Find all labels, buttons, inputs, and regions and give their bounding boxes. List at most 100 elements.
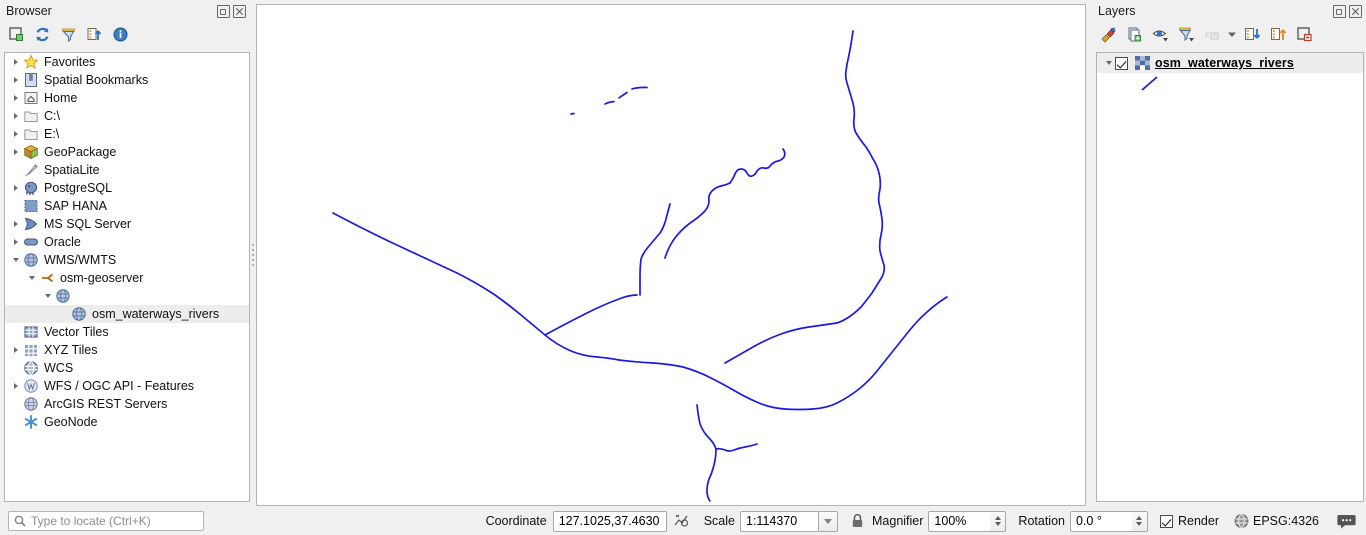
connection-icon [38,270,56,286]
rotation-spinner[interactable] [1131,510,1148,532]
expand-arrow-icon[interactable] [9,89,22,107]
browser-item-vector-tiles[interactable]: Vector Tiles [5,323,249,341]
layers-panel-title: Layers [1092,0,1366,22]
browser-item-ms-sql-server[interactable]: MS SQL Server [5,215,249,233]
collapse-all-icon[interactable] [82,23,106,45]
collapse-arrow-icon[interactable] [41,287,54,305]
layers-float-button[interactable] [1333,4,1346,18]
browser-item-e[interactable]: E:\ [5,125,249,143]
oracle-icon [22,234,40,250]
home-icon [22,90,40,106]
remove-layer-icon[interactable] [1292,23,1316,45]
river-northeast-lower [724,322,838,364]
render-checkbox[interactable] [1159,514,1173,528]
expand-arrow-icon[interactable] [9,143,22,161]
river-northeast-main [836,30,886,324]
locator-input[interactable]: Type to locate (Ctrl+K) [8,511,204,531]
browser-close-button[interactable] [233,4,246,18]
expand-arrow-icon[interactable] [9,341,22,359]
magnifier-label: Magnifier [872,514,924,528]
river-segment-small-2 [604,100,615,105]
scale-label: Scale [703,514,735,528]
filter-expression-dropdown-icon[interactable] [1226,23,1238,45]
expand-arrow-icon[interactable] [9,53,22,71]
browser-item-c[interactable]: C:\ [5,107,249,125]
browser-item-spatial-bookmarks[interactable]: Spatial Bookmarks [5,71,249,89]
map-canvas[interactable] [256,4,1086,506]
browser-item-osm-geoserver[interactable]: osm-geoserver [5,269,249,287]
open-layer-styling-icon[interactable] [1096,23,1120,45]
browser-item-label: WCS [44,361,74,375]
rotation-field[interactable]: 0.0 ° [1069,510,1132,532]
arcgis-icon [22,396,40,412]
manage-visibility-icon[interactable] [1148,23,1172,45]
browser-item-arcgis-rest-servers[interactable]: ArcGIS REST Servers [5,395,249,413]
crs-globe-icon[interactable] [1233,513,1250,529]
expand-arrow-icon[interactable] [9,125,22,143]
browser-window-buttons [217,4,246,18]
expand-all-icon[interactable] [1240,23,1264,45]
crs-group[interactable]: EPSG:4326 [1233,513,1319,529]
layers-close-button[interactable] [1349,4,1362,18]
expand-arrow-icon[interactable] [9,377,22,395]
filter-legend-icon[interactable] [1174,23,1198,45]
browser-item-wms-wmts[interactable]: WMS/WMTS [5,251,249,269]
collapse-arrow-icon[interactable] [25,269,38,287]
browser-tree[interactable]: Favorites Spatial Bookmarks Home C:\ E:\ GeoP… [4,52,250,502]
layer-row[interactable]: osm_waterways_rivers [1097,53,1363,73]
magnifier-group: Magnifier 100% [872,510,1007,532]
render-label: Render [1177,514,1219,528]
coordinate-field[interactable]: 127.1025,37.4630 [552,510,667,532]
browser-item-favorites[interactable]: Favorites [5,53,249,71]
magnifier-field[interactable]: 100% [928,510,991,532]
browser-float-button[interactable] [217,4,230,18]
expand-arrow-icon[interactable] [9,233,22,251]
lock-scale-icon[interactable] [850,513,865,529]
browser-item-oracle[interactable]: Oracle [5,233,249,251]
river-junction-branch [544,294,638,336]
messages-icon[interactable] [1337,513,1356,530]
sap-hana-icon [22,198,40,214]
browser-item-spatialite[interactable]: SpatiaLite [5,161,249,179]
layers-tree[interactable]: osm_waterways_rivers [1096,52,1364,502]
browser-item-xyz-tiles[interactable]: XYZ Tiles [5,341,249,359]
expand-arrow-icon[interactable] [9,107,22,125]
browser-item-geonode[interactable]: GeoNode [5,413,249,431]
extent-toggle-icon[interactable] [673,513,690,529]
scale-dropdown-button[interactable] [818,510,838,532]
folder-icon [22,126,40,142]
layer-expand-arrow[interactable] [1102,54,1115,72]
add-layer-icon[interactable] [4,23,28,45]
browser-item-wfs-ogc-api-features[interactable]: WFS / OGC API - Features [5,377,249,395]
filter-icon[interactable] [56,23,80,45]
properties-icon[interactable] [108,23,132,45]
scale-value: 1:114370 [746,514,798,528]
river-segment-small-4 [631,86,648,90]
browser-item-geopackage[interactable]: GeoPackage [5,143,249,161]
refresh-icon[interactable] [30,23,54,45]
scale-field[interactable]: 1:114370 [740,510,818,532]
collapse-all-icon[interactable] [1266,23,1290,45]
magnifier-spinner[interactable] [990,510,1007,532]
layer-visibility-checkbox[interactable] [1115,56,1128,70]
browser-item-osm-waterways-rivers[interactable]: osm_waterways_rivers [5,305,249,323]
expand-arrow-icon[interactable] [9,215,22,233]
coordinate-value: 127.1025,37.4630 [558,514,660,528]
browser-item-label: GeoPackage [44,145,117,159]
expand-arrow-icon[interactable] [9,71,22,89]
browser-item-home[interactable]: Home [5,89,249,107]
browser-item-postgresql[interactable]: PostgreSQL [5,179,249,197]
layer-name-label[interactable]: osm_waterways_rivers [1155,56,1294,70]
browser-item-node-13[interactable] [5,287,249,305]
expand-arrow-icon[interactable] [9,179,22,197]
browser-item-wcs[interactable]: WCS [5,359,249,377]
globe-icon [22,252,40,268]
river-northwest-diagonal [332,212,620,361]
browser-item-sap-hana[interactable]: SAP HANA [5,197,249,215]
render-group[interactable]: Render [1159,514,1219,528]
add-group-icon[interactable] [1122,23,1146,45]
collapse-arrow-icon[interactable] [9,251,22,269]
browser-item-label: osm-geoserver [60,271,144,285]
